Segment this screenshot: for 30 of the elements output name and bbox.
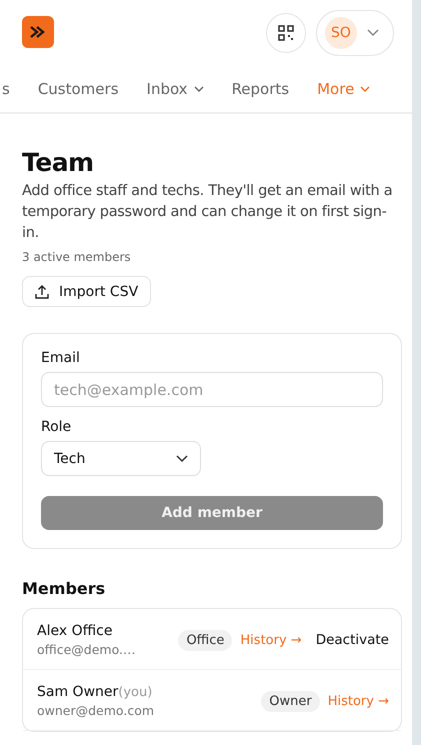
member-name: Sam Owner(you) [37, 684, 154, 700]
role-dropdown[interactable]: Tech [41, 441, 201, 476]
qr-code-button[interactable] [266, 13, 306, 53]
field-label: Email [41, 350, 81, 366]
member-email: owner@demo.com [37, 703, 156, 718]
page-description: Add office staff and techs. They'll get an email with a temporary password and can change it on first sign-in. [22, 182, 394, 243]
history-link[interactable]: History → [328, 694, 389, 708]
import-csv-button[interactable]: Import CSV [22, 276, 152, 307]
avatar: SO [325, 17, 357, 49]
member-count: 3 active members [22, 250, 132, 264]
role-badge: Office [178, 630, 232, 650]
deactivate-button[interactable]: Deactivate [310, 632, 389, 648]
member-email: office@demo.… [37, 642, 136, 657]
chevron-down-icon [367, 29, 379, 37]
upload-icon [35, 284, 49, 298]
qr-code-icon [278, 25, 294, 41]
history-link[interactable]: History → [240, 632, 302, 648]
nav-tab[interactable]: Inbox [132, 66, 218, 112]
nav-tab[interactable]: Customers [24, 66, 133, 112]
section-title: Members [22, 579, 106, 598]
logo-icon[interactable] [22, 16, 54, 48]
nav-tab[interactable]: Reports [218, 66, 304, 112]
member-name: Alex Office [37, 623, 114, 639]
role-badge: Owner [261, 690, 320, 712]
email-field[interactable]: tech@example.com [41, 372, 383, 407]
nav-tab[interactable]: s [2, 66, 24, 112]
chevron-down-icon [176, 454, 188, 462]
nav-tab[interactable]: More [303, 66, 384, 112]
page-title: Team [22, 148, 95, 177]
field-label: Role [41, 419, 72, 435]
